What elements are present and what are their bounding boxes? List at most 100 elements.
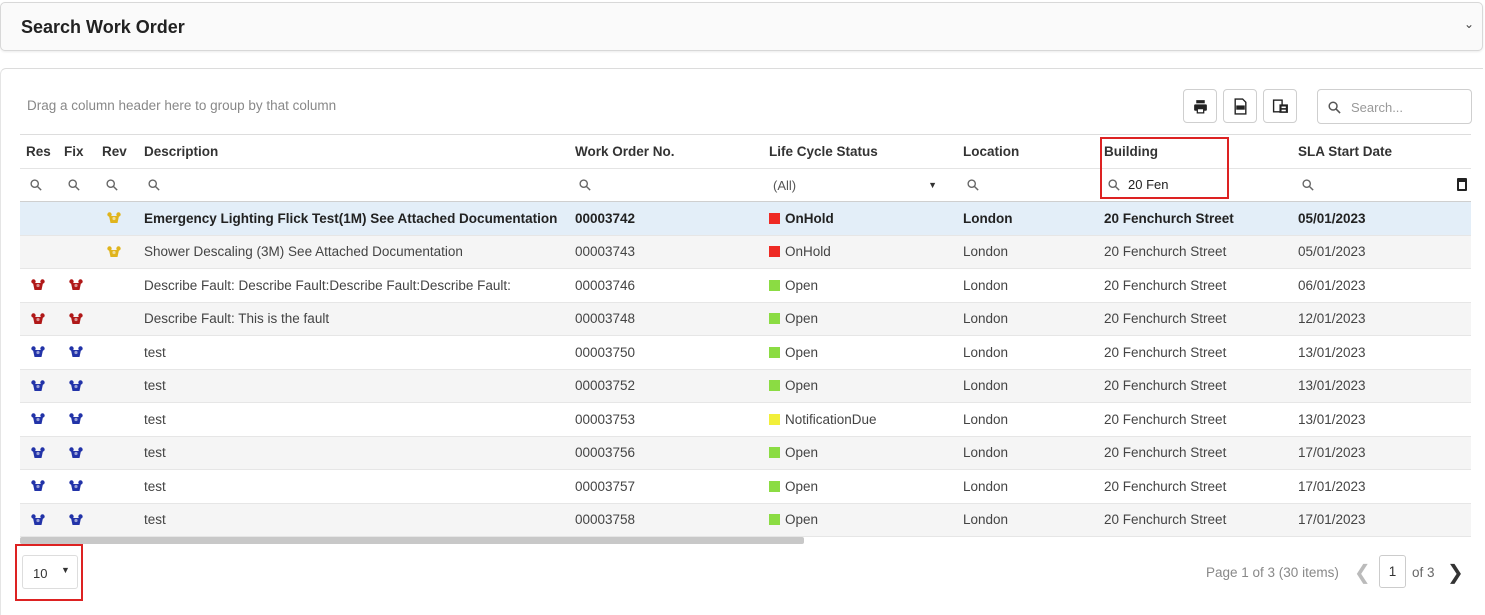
search-panel[interactable]: Search Work Order ⌄ [0, 2, 1483, 51]
column-header-description[interactable]: Description [138, 134, 569, 169]
column-header-res[interactable]: Res [20, 134, 58, 169]
cell-sla-start-date: 12/01/2023 [1292, 302, 1471, 336]
yellow-pin-icon [107, 246, 121, 257]
cell-building: 20 Fenchurch Street [1098, 503, 1292, 537]
cell-work-order-no: 00003757 [569, 469, 763, 504]
cell-life-cycle-status: OnHold [763, 201, 957, 236]
status-text: Open [785, 311, 819, 327]
page-size-select[interactable]: 10 ▼ [22, 555, 78, 589]
cell-description: test [138, 335, 569, 370]
work-order-grid: Res Fix Rev Description Work Order No. Life C… [20, 134, 1471, 537]
table-row[interactable]: test 00003756 Open London 20 Fenchurch Stree… [20, 436, 1471, 470]
building-filter-input[interactable]: 20 Fen [1128, 177, 1168, 192]
cell-location: London [957, 201, 1098, 236]
next-page-icon[interactable]: ❯ [1447, 560, 1464, 585]
search-icon [30, 178, 42, 194]
cell-fix [58, 436, 96, 470]
cell-fix [58, 302, 96, 336]
search-icon [1302, 178, 1314, 194]
page-number-input[interactable]: 1 [1379, 555, 1406, 588]
status-color-swatch [769, 413, 780, 425]
cell-life-cycle-status: Open [763, 503, 957, 537]
pager-info: Page 1 of 3 (30 items) [1206, 565, 1339, 580]
cell-rev [96, 402, 138, 437]
status-text: NotificationDue [785, 411, 877, 427]
cell-rev [96, 302, 138, 336]
column-header-sla-start-date[interactable]: SLA Start Date [1292, 134, 1471, 169]
cell-location: London [957, 268, 1098, 303]
filter-cell-life-cycle-status[interactable]: (All) ▼ [763, 168, 957, 202]
cell-description: test [138, 436, 569, 470]
search-icon [1108, 178, 1120, 194]
cell-rev [96, 235, 138, 269]
search-icon [1328, 101, 1341, 114]
cell-description: Describe Fault: This is the fault [138, 302, 569, 336]
status-filter-value: (All) [773, 177, 797, 193]
yellow-pin-icon [107, 212, 121, 224]
group-panel-hint[interactable]: Drag a column header here to group by th… [27, 98, 336, 113]
cell-work-order-no: 00003750 [569, 335, 763, 370]
column-header-life-cycle-status[interactable]: Life Cycle Status [763, 134, 957, 169]
status-text: Open [785, 478, 819, 494]
blue-pin-icon [69, 514, 83, 525]
filter-cell-res[interactable] [20, 168, 58, 202]
cell-life-cycle-status: Open [763, 436, 957, 470]
cell-sla-start-date: 13/01/2023 [1292, 335, 1471, 370]
cell-res [20, 503, 58, 537]
table-row[interactable]: test 00003750 Open London 20 Fenchurch Stree… [20, 335, 1471, 370]
filter-cell-location[interactable] [957, 168, 1098, 202]
status-color-swatch [769, 447, 780, 459]
filter-cell-rev[interactable] [96, 168, 138, 202]
status-text: Open [785, 512, 819, 528]
table-row[interactable]: Describe Fault: Describe Fault:Describe … [20, 268, 1471, 303]
cell-work-order-no: 00003753 [569, 402, 763, 437]
caret-down-icon[interactable]: ▼ [928, 180, 937, 190]
cell-description: Shower Descaling (3M) See Attached Docum… [138, 235, 569, 269]
cell-location: London [957, 335, 1098, 370]
filter-cell-building[interactable]: 20 Fen [1098, 168, 1292, 202]
cell-rev [96, 201, 138, 236]
filter-cell-fix[interactable] [58, 168, 96, 202]
calendar-icon[interactable] [1457, 178, 1467, 191]
cell-rev [96, 469, 138, 504]
cell-sla-start-date: 17/01/2023 [1292, 503, 1471, 537]
cell-rev [96, 268, 138, 303]
status-color-swatch [769, 246, 780, 258]
status-text: Open [785, 378, 819, 394]
column-header-work-order-no[interactable]: Work Order No. [569, 134, 763, 169]
print-button[interactable] [1183, 89, 1217, 123]
table-row[interactable]: Describe Fault: This is the fault 0000374… [20, 302, 1471, 336]
cell-building: 20 Fenchurch Street [1098, 402, 1292, 437]
table-row[interactable]: test 00003753 NotificationDue London 20 Fenc… [20, 402, 1471, 437]
grid-search-input[interactable]: Search... [1317, 89, 1472, 124]
table-row[interactable]: test 00003752 Open London 20 Fenchurch Stree… [20, 369, 1471, 403]
filter-cell-sla-start-date[interactable] [1292, 168, 1471, 202]
red-pin-icon [69, 313, 83, 324]
cell-sla-start-date: 05/01/2023 [1292, 235, 1471, 269]
column-chooser-button[interactable] [1263, 89, 1297, 123]
column-header-rev[interactable]: Rev [96, 134, 138, 169]
cell-sla-start-date: 13/01/2023 [1292, 402, 1471, 437]
prev-page-icon[interactable]: ❮ [1354, 560, 1371, 585]
cell-building: 20 Fenchurch Street [1098, 369, 1292, 403]
cell-res [20, 302, 58, 336]
status-text: Open [785, 344, 819, 360]
cell-fix [58, 369, 96, 403]
blue-pin-icon [31, 380, 45, 391]
filter-cell-description[interactable] [138, 168, 569, 202]
filter-cell-work-order-no[interactable] [569, 168, 763, 202]
chevron-down-icon[interactable]: ⌄ [1464, 17, 1474, 31]
cell-sla-start-date: 17/01/2023 [1292, 436, 1471, 470]
column-header-building[interactable]: Building [1098, 134, 1292, 169]
table-row[interactable]: Emergency Lighting Flick Test(1M) See At… [20, 201, 1471, 236]
table-row[interactable]: Shower Descaling (3M) See Attached Docum… [20, 235, 1471, 269]
status-color-swatch [769, 279, 780, 291]
export-csv-button[interactable] [1223, 89, 1257, 123]
table-row[interactable]: test 00003757 Open London 20 Fenchurch Stree… [20, 469, 1471, 504]
column-header-fix[interactable]: Fix [58, 134, 96, 169]
table-row[interactable]: test 00003758 Open London 20 Fenchurch Stree… [20, 503, 1471, 537]
column-header-location[interactable]: Location [957, 134, 1098, 169]
cell-fix [58, 201, 96, 236]
cell-work-order-no: 00003742 [569, 201, 763, 236]
horizontal-scrollbar[interactable] [20, 537, 804, 544]
